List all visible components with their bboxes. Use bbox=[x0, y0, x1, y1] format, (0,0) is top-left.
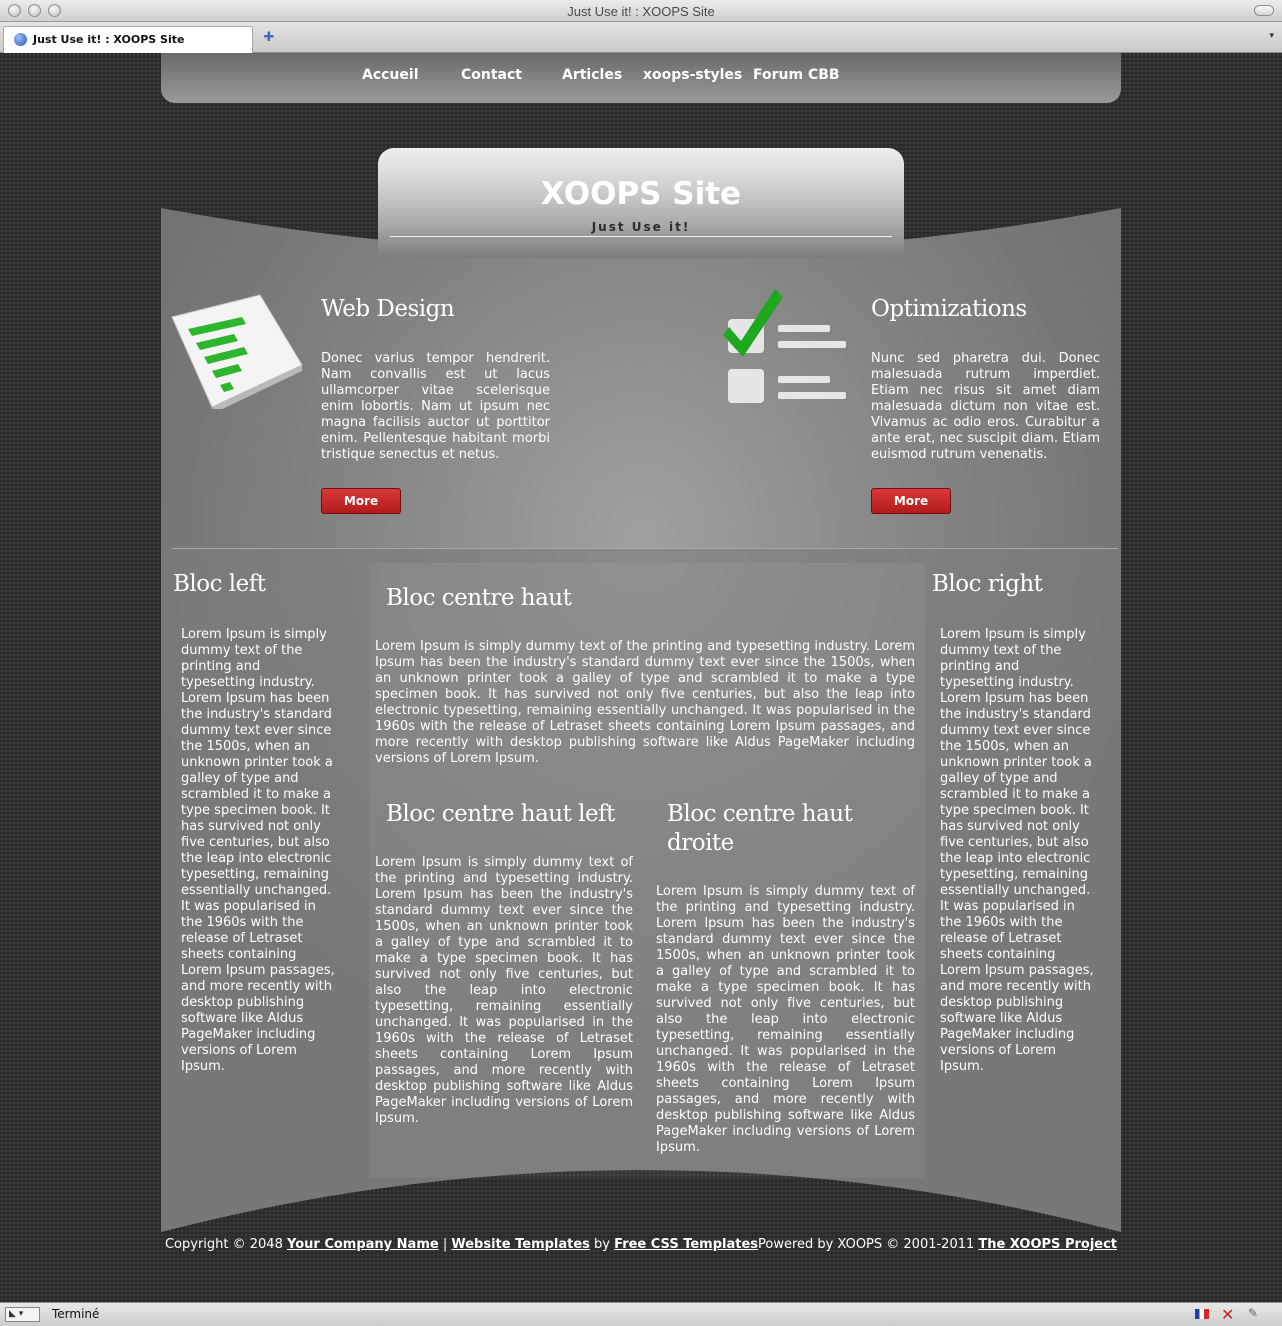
footer-copyright: Copyright © 2048 bbox=[164, 1237, 287, 1252]
section-divider bbox=[172, 548, 1118, 549]
status-menu-icon[interactable]: ◣ ▾ bbox=[5, 1307, 40, 1322]
status-text: Terminé bbox=[52, 1307, 100, 1321]
tab-list-dropdown-icon[interactable]: ▾ bbox=[1269, 31, 1274, 41]
globe-icon bbox=[14, 33, 27, 46]
stop-icon[interactable]: ✕ bbox=[1221, 1305, 1234, 1324]
nav-item-forum-cbb[interactable]: Forum CBB bbox=[753, 67, 840, 83]
footer-separator: | bbox=[438, 1237, 452, 1252]
bloc-right-title: Bloc right bbox=[932, 571, 1043, 597]
bloc-centre-haut-left-text: Lorem Ipsum is simply dummy text of the … bbox=[375, 855, 633, 1126]
footer-templates-link[interactable]: Website Templates bbox=[451, 1237, 590, 1252]
addon-icon[interactable]: ✎ bbox=[1248, 1306, 1258, 1320]
tab-label: Just Use it! : XOOPS Site bbox=[33, 33, 185, 46]
footer-xoops-link[interactable]: The XOOPS Project bbox=[978, 1237, 1117, 1252]
checklist-icon bbox=[723, 289, 846, 403]
nav-item-xoops-styles[interactable]: xoops-styles bbox=[643, 67, 742, 83]
feature-title-optimizations: Optimizations bbox=[871, 296, 1027, 322]
nav-item-contact[interactable]: Contact bbox=[461, 67, 522, 83]
footer-company-link[interactable]: Your Company Name bbox=[287, 1237, 439, 1252]
top-navigation: Accueil Contact Articles xoops-styles Fo… bbox=[161, 53, 1121, 103]
page-viewport: Accueil Contact Articles xoops-styles Fo… bbox=[0, 53, 1282, 1302]
spreadsheet-icon bbox=[171, 294, 303, 409]
window-titlebar: Just Use it! : XOOPS Site bbox=[0, 0, 1282, 22]
bloc-right-text: Lorem Ipsum is simply dummy text of the … bbox=[940, 627, 1094, 1074]
french-flag-icon[interactable] bbox=[1195, 1309, 1209, 1319]
nav-item-accueil[interactable]: Accueil bbox=[362, 67, 419, 83]
bloc-centre-haut-droite-text: Lorem Ipsum is simply dummy text of the … bbox=[656, 884, 915, 1155]
site-header: XOOPS Site Just Use it! bbox=[378, 148, 904, 258]
footer-powered: Powered by XOOPS © 2001-2011 bbox=[758, 1237, 979, 1252]
bloc-centre-haut-droite-title: Bloc centre haut droite bbox=[667, 801, 853, 856]
new-tab-icon[interactable]: ✚ bbox=[259, 30, 279, 45]
bloc-centre-haut-title: Bloc centre haut bbox=[386, 585, 572, 611]
optimizations-more-button[interactable]: More bbox=[871, 488, 951, 514]
feature-text-optimizations: Nunc sed pharetra dui. Donec malesuada r… bbox=[871, 351, 1100, 462]
feature-text-web-design: Donec varius tempor hendrerit. Nam conva… bbox=[321, 351, 550, 462]
header-divider bbox=[390, 236, 892, 237]
bloc-left-title: Bloc left bbox=[173, 571, 266, 597]
bloc-centre-haut-left-title: Bloc centre haut left bbox=[386, 801, 615, 827]
bloc-centre-haut-text: Lorem Ipsum is simply dummy text of the … bbox=[375, 639, 915, 766]
toolbar-toggle-button[interactable] bbox=[1254, 5, 1274, 16]
status-bar: ◣ ▾ Terminé ✕ ✎ bbox=[0, 1302, 1282, 1326]
bloc-left-text: Lorem Ipsum is simply dummy text of the … bbox=[181, 627, 335, 1074]
web-design-more-button[interactable]: More bbox=[321, 488, 401, 514]
footer-by: by bbox=[589, 1237, 615, 1252]
window-title: Just Use it! : XOOPS Site bbox=[567, 4, 715, 19]
page-footer: Copyright © 2048 Your Company Name | Web… bbox=[0, 1237, 1282, 1252]
browser-tab[interactable]: Just Use it! : XOOPS Site bbox=[3, 26, 253, 53]
site-slogan: Just Use it! bbox=[591, 220, 691, 234]
feature-title-web-design: Web Design bbox=[321, 296, 455, 322]
tab-bar: Just Use it! : XOOPS Site ✚ ▾ bbox=[0, 22, 1282, 53]
nav-item-articles[interactable]: Articles bbox=[562, 67, 622, 83]
footer-css-link[interactable]: Free CSS Templates bbox=[614, 1237, 758, 1252]
site-title[interactable]: XOOPS Site bbox=[378, 176, 904, 212]
